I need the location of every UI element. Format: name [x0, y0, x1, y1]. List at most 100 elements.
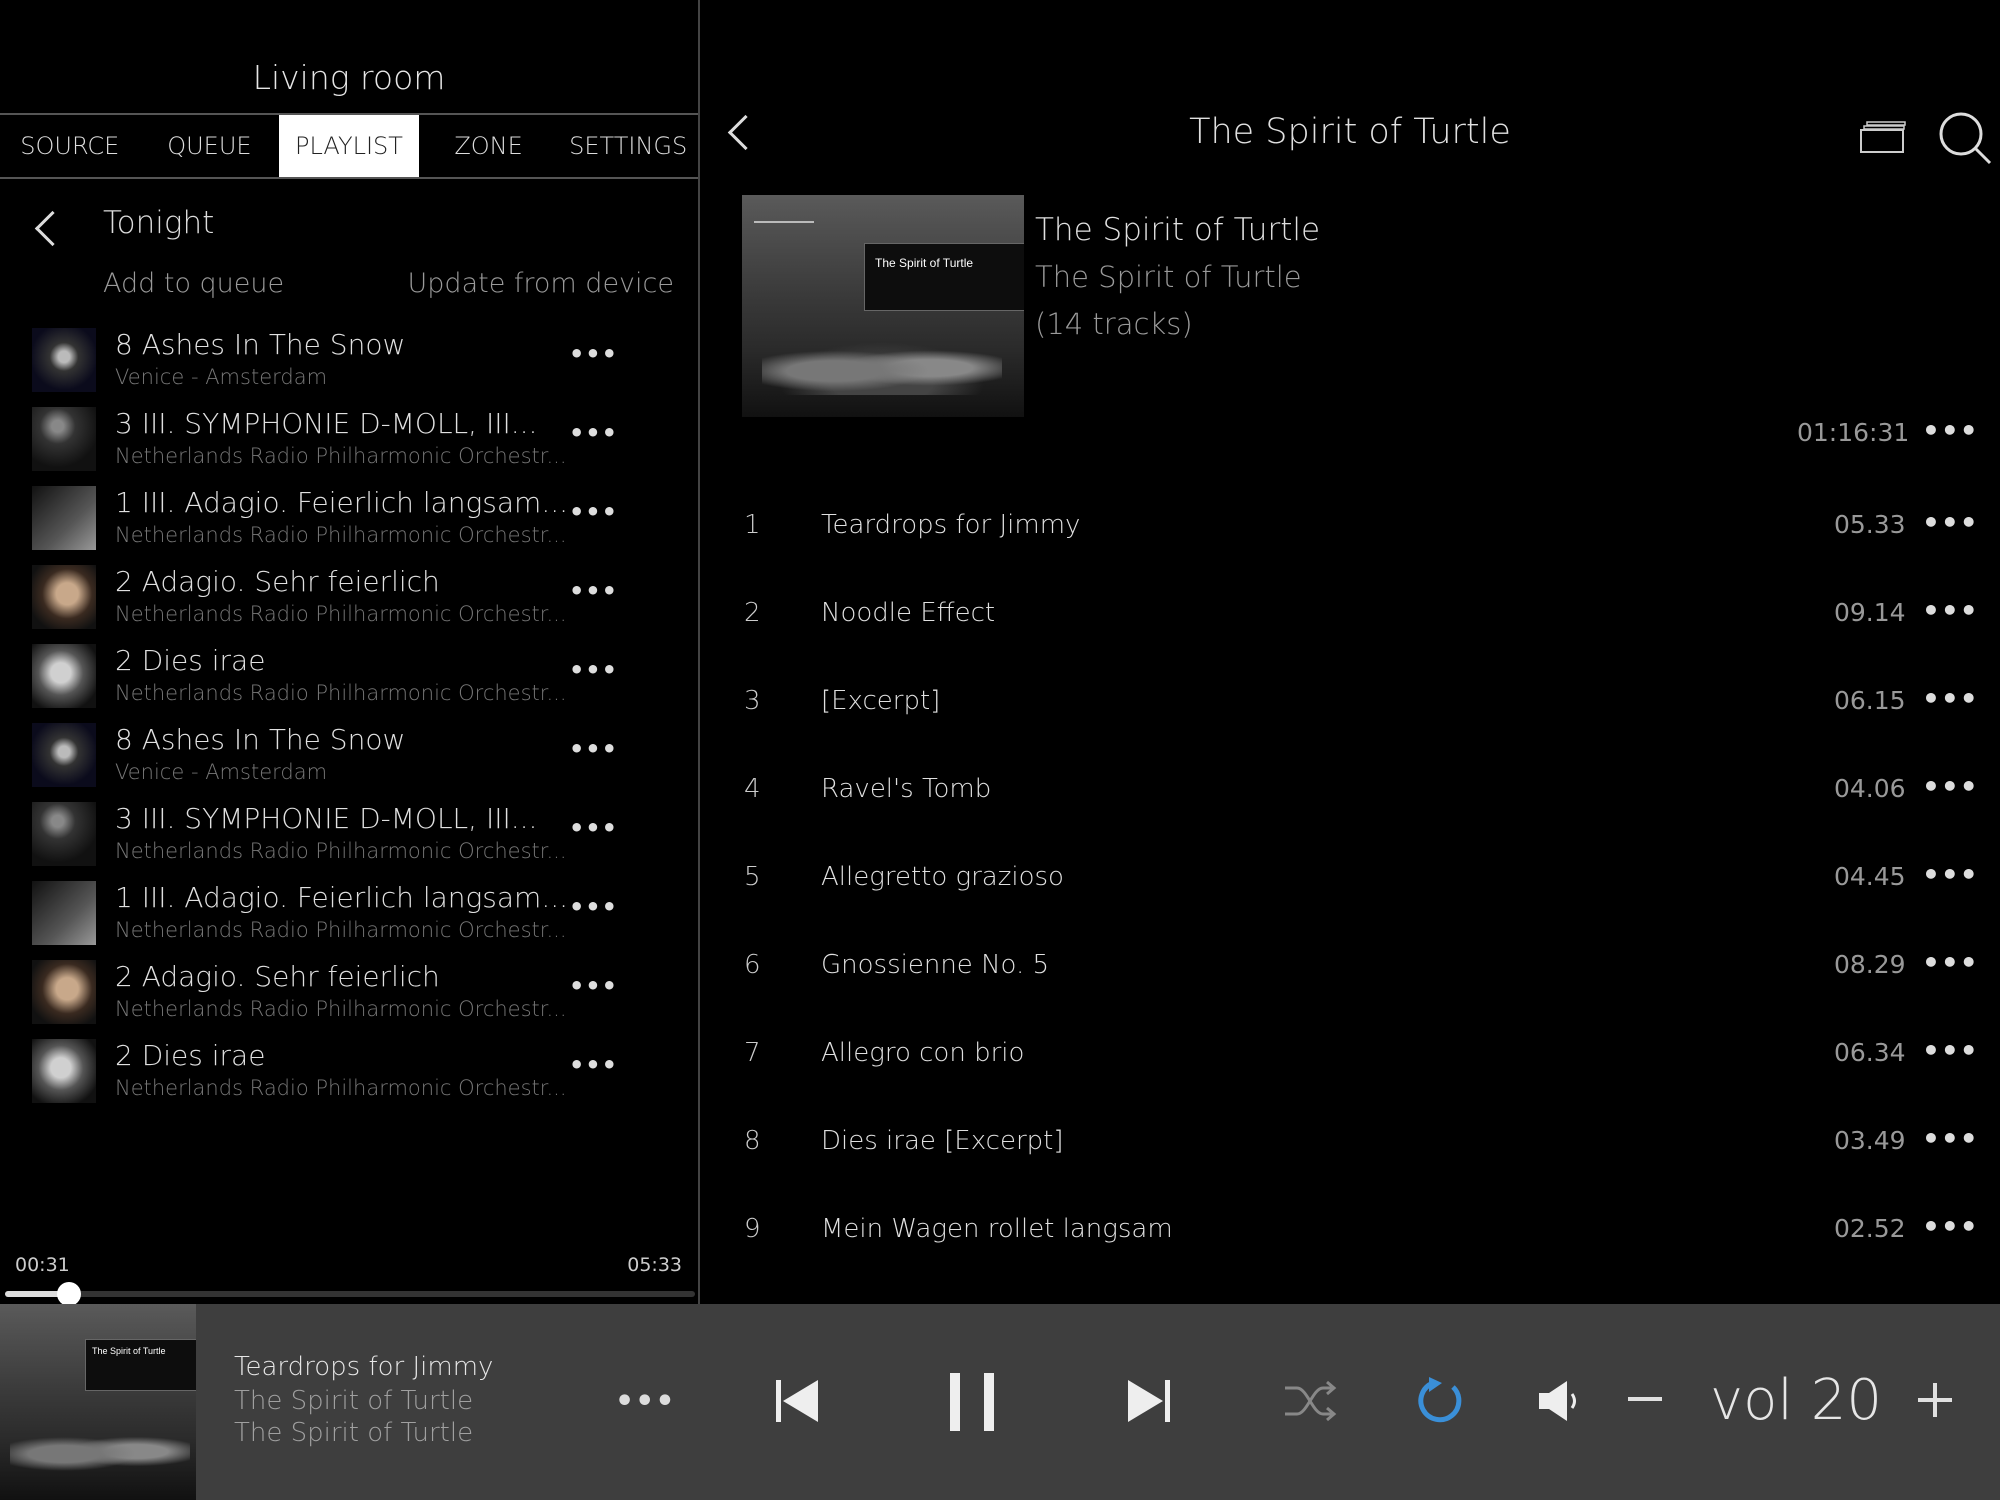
- track-number: 2: [744, 598, 761, 628]
- list-item[interactable]: 8 Ashes In The Snow Venice - Amsterdam •…: [0, 320, 698, 399]
- album-thumbnail: [32, 407, 96, 471]
- track-row[interactable]: 4 Ravel's Tomb 04.06 •••: [700, 740, 2000, 828]
- tab-zone[interactable]: ZONE: [419, 115, 559, 177]
- track-list: 1 Teardrops for Jimmy 05.33 ••• 2 Noodle…: [700, 476, 2000, 1268]
- track-number: 4: [744, 774, 761, 804]
- now-playing-album: The Spirit of Turtle: [234, 1386, 474, 1416]
- list-item[interactable]: 8 Ashes In The Snow Venice - Amsterdam •…: [0, 715, 698, 794]
- track-title: Allegretto grazioso: [821, 862, 1064, 892]
- now-playing-artist: The Spirit of Turtle: [234, 1418, 474, 1448]
- list-item[interactable]: 2 Adagio. Sehr feierlich Netherlands Rad…: [0, 952, 698, 1031]
- now-playing-track: Teardrops for Jimmy: [234, 1352, 494, 1382]
- track-number: 3: [744, 686, 761, 716]
- pause-icon[interactable]: [948, 1371, 998, 1433]
- list-item-subtitle: Netherlands Radio Philharmonic Orchestr.…: [115, 1076, 567, 1100]
- album-thumbnail: [32, 802, 96, 866]
- more-icon[interactable]: •••: [569, 1051, 618, 1079]
- more-icon[interactable]: •••: [569, 893, 618, 921]
- shuffle-icon[interactable]: [1283, 1380, 1339, 1422]
- more-icon[interactable]: •••: [1922, 1122, 1979, 1155]
- track-row[interactable]: 6 Gnossienne No. 5 08.29 •••: [700, 916, 2000, 1004]
- track-duration: 02.52: [1834, 1214, 1906, 1243]
- more-icon[interactable]: •••: [615, 1384, 676, 1419]
- track-row[interactable]: 8 Dies irae [Excerpt] 03.49 •••: [700, 1092, 2000, 1180]
- tab-source[interactable]: SOURCE: [0, 115, 140, 177]
- list-item[interactable]: 3 III. SYMPHONIE D-MOLL, III... Netherla…: [0, 399, 698, 478]
- list-item-subtitle: Netherlands Radio Philharmonic Orchestr.…: [115, 997, 567, 1021]
- track-row[interactable]: 3 [Excerpt] 06.15 •••: [700, 652, 2000, 740]
- track-duration: 05.33: [1834, 510, 1906, 539]
- search-icon[interactable]: [1937, 110, 1993, 166]
- track-title: Teardrops for Jimmy: [821, 510, 1081, 540]
- more-icon[interactable]: •••: [569, 735, 618, 763]
- tab-settings[interactable]: SETTINGS: [558, 115, 698, 177]
- track-number: 5: [744, 862, 761, 892]
- progress-bar[interactable]: [5, 1282, 695, 1306]
- list-item-subtitle: Netherlands Radio Philharmonic Orchestr.…: [115, 918, 567, 942]
- list-item[interactable]: 1 III. Adagio. Feierlich langsam... Neth…: [0, 873, 698, 952]
- track-row[interactable]: 9 Mein Wagen rollet langsam 02.52 •••: [700, 1180, 2000, 1268]
- track-title: [Excerpt]: [821, 686, 941, 716]
- volume-down-button[interactable]: [1628, 1397, 1662, 1401]
- list-item[interactable]: 1 III. Adagio. Feierlich langsam... Neth…: [0, 478, 698, 557]
- list-item[interactable]: 2 Dies irae Netherlands Radio Philharmon…: [0, 1031, 698, 1110]
- list-item-subtitle: Netherlands Radio Philharmonic Orchestr.…: [115, 523, 567, 547]
- more-icon[interactable]: •••: [569, 577, 618, 605]
- more-icon[interactable]: •••: [569, 814, 618, 842]
- more-icon[interactable]: •••: [569, 656, 618, 684]
- zone-title: Living room: [252, 58, 446, 97]
- more-icon[interactable]: •••: [1922, 858, 1979, 891]
- track-duration: 06.34: [1834, 1038, 1906, 1067]
- list-item[interactable]: 3 III. SYMPHONIE D-MOLL, III... Netherla…: [0, 794, 698, 873]
- more-icon[interactable]: •••: [569, 498, 618, 526]
- albums-icon[interactable]: [1860, 120, 1908, 154]
- label-logo: [754, 203, 814, 223]
- more-icon[interactable]: •••: [1922, 682, 1979, 715]
- skip-previous-icon[interactable]: [774, 1378, 820, 1424]
- add-to-queue-button[interactable]: Add to queue: [103, 268, 284, 299]
- track-title: Mein Wagen rollet langsam: [821, 1214, 1173, 1244]
- track-row[interactable]: 7 Allegro con brio 06.34 •••: [700, 1004, 2000, 1092]
- list-item[interactable]: 2 Dies irae Netherlands Radio Philharmon…: [0, 636, 698, 715]
- more-icon[interactable]: •••: [1922, 770, 1979, 803]
- now-playing-cover[interactable]: The Spirit of Turtle: [0, 1304, 196, 1500]
- list-item-subtitle: Netherlands Radio Philharmonic Orchestr.…: [115, 839, 567, 863]
- tab-queue[interactable]: QUEUE: [140, 115, 280, 177]
- list-item-title: 3 III. SYMPHONIE D-MOLL, III...: [115, 407, 538, 440]
- speaker-icon[interactable]: [1537, 1379, 1581, 1423]
- list-item-title: 8 Ashes In The Snow: [115, 723, 406, 756]
- album-thumbnail: [32, 644, 96, 708]
- track-duration: 04.45: [1834, 862, 1906, 891]
- track-duration: 08.29: [1834, 950, 1906, 979]
- more-icon[interactable]: •••: [1922, 594, 1979, 627]
- more-icon[interactable]: •••: [569, 972, 618, 1000]
- more-icon[interactable]: •••: [1922, 506, 1979, 539]
- repeat-icon[interactable]: [1415, 1376, 1465, 1426]
- playlist-back-icon[interactable]: [34, 210, 71, 247]
- skip-next-icon[interactable]: [1126, 1378, 1172, 1424]
- more-icon[interactable]: •••: [1922, 946, 1979, 979]
- track-title: Dies irae [Excerpt]: [821, 1126, 1064, 1156]
- album-duration: 01:16:31: [1797, 418, 1910, 447]
- tab-bar: SOURCE QUEUE PLAYLIST ZONE SETTINGS: [0, 113, 698, 179]
- album-thumbnail: [32, 565, 96, 629]
- track-title: Ravel's Tomb: [821, 774, 992, 804]
- list-item[interactable]: 2 Adagio. Sehr feierlich Netherlands Rad…: [0, 557, 698, 636]
- more-icon[interactable]: •••: [1922, 1210, 1979, 1243]
- track-row[interactable]: 1 Teardrops for Jimmy 05.33 •••: [700, 476, 2000, 564]
- album-panel: The Spirit of Turtle The Spirit of Turtl…: [700, 0, 2000, 1304]
- more-icon[interactable]: •••: [1922, 1034, 1979, 1067]
- more-icon[interactable]: •••: [1922, 414, 1979, 447]
- more-icon[interactable]: •••: [569, 340, 618, 368]
- progress-knob[interactable]: [57, 1282, 82, 1306]
- album-thumbnail: [32, 881, 96, 945]
- update-from-device-button[interactable]: Update from device: [408, 268, 674, 299]
- more-icon[interactable]: •••: [569, 419, 618, 447]
- playlist-name: Tonight: [103, 205, 215, 241]
- track-title: Gnossienne No. 5: [821, 950, 1050, 980]
- album-thumbnail: [32, 723, 96, 787]
- list-item-title: 2 Dies irae: [115, 644, 266, 677]
- tab-playlist[interactable]: PLAYLIST: [279, 115, 419, 177]
- track-row[interactable]: 2 Noodle Effect 09.14 •••: [700, 564, 2000, 652]
- track-row[interactable]: 5 Allegretto grazioso 04.45 •••: [700, 828, 2000, 916]
